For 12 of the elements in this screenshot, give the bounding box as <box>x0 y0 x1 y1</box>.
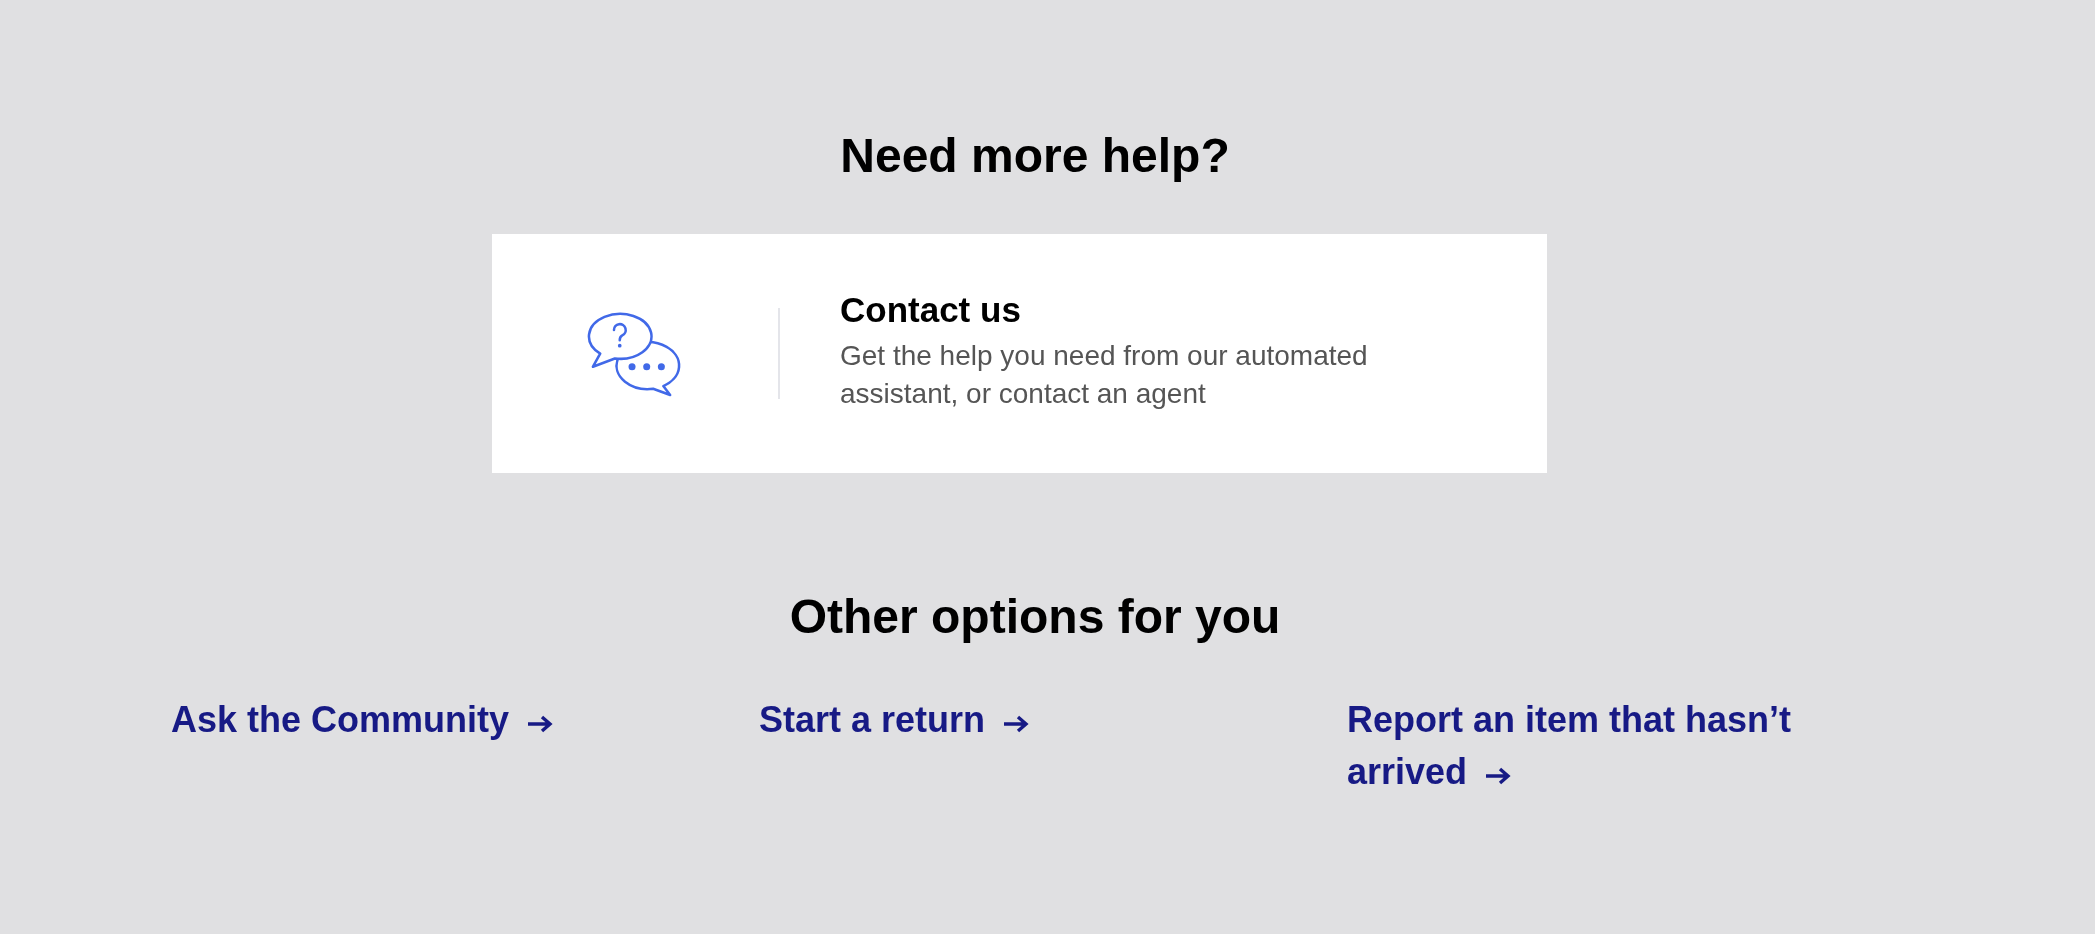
arrow-right-icon <box>1485 767 1512 785</box>
section-heading: Other options for you <box>788 589 1282 645</box>
option-link[interactable]: Ask the Community <box>171 694 554 746</box>
chat-bubbles-icon <box>587 310 681 397</box>
section-heading: Need more help? <box>839 128 1231 184</box>
arrow-right-icon <box>527 715 554 733</box>
card-description: Get the help you need from our automated assistant, or contact an agent <box>840 339 1369 411</box>
arrow-right-icon <box>1003 715 1030 733</box>
card-title: Contact us <box>840 289 1021 331</box>
contact-card[interactable]: Contact us Get the help you need from our automated assistant, or contact an agent <box>492 234 1547 473</box>
option-link[interactable]: Start a return <box>759 694 1030 746</box>
option-link[interactable]: Report an item that hasn’t arrived <box>1347 694 1847 798</box>
